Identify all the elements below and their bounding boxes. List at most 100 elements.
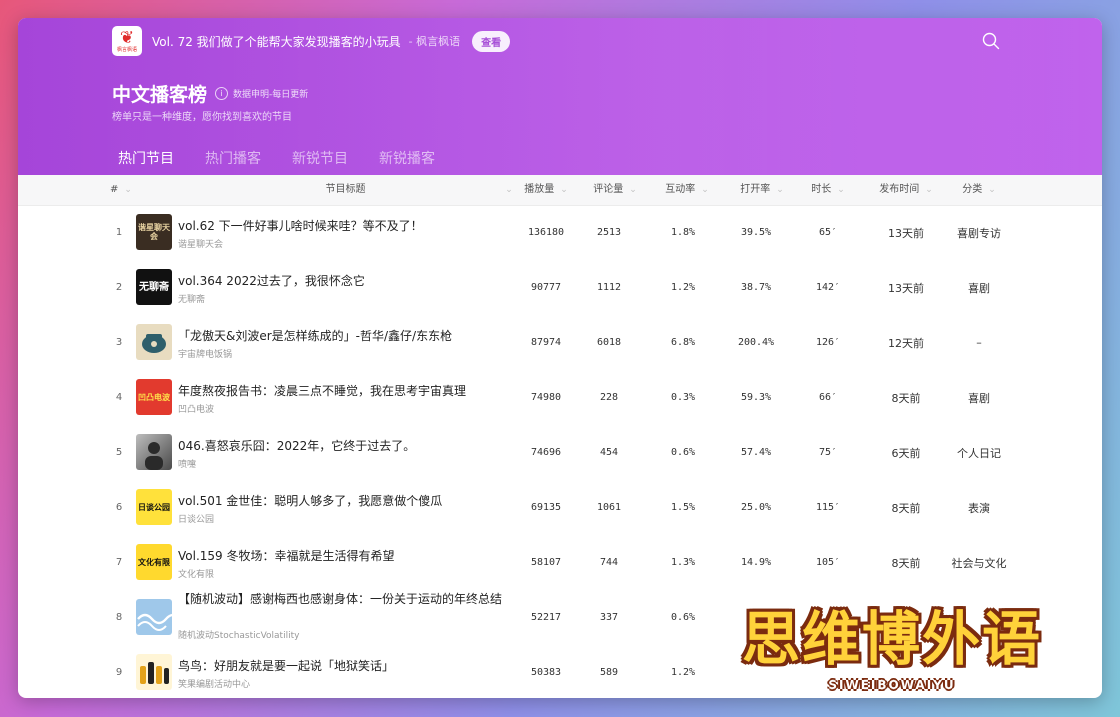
comments-value: 6018 xyxy=(596,337,622,348)
published-value: 6天前 xyxy=(891,446,921,460)
sort-icon: ⌄ xyxy=(629,185,637,195)
col-duration[interactable]: 时长 ⌄ xyxy=(800,175,856,205)
category-value: 社会与文化 xyxy=(951,556,1007,570)
podcast-name[interactable]: 日谈公园 xyxy=(178,512,214,525)
episode-title[interactable]: 鸟鸟：好朋友就是要一起说「地狱笑话」 xyxy=(178,658,513,674)
table-row[interactable]: 6 日谈公园 vol.501 金世佳：聪明人够多了，我愿意做个傻瓜 日谈公园 6… xyxy=(18,480,1102,535)
col-comments-label: 评论量 xyxy=(593,184,624,195)
sort-icon: ⌄ xyxy=(925,185,933,195)
table-row[interactable]: 4 凹凸电波 年度熬夜报告书：凌晨三点不睡觉，我在思考宇宙真理 凹凸电波 749… xyxy=(18,370,1102,425)
episode-title[interactable]: vol.364 2022过去了，我很怀念它 xyxy=(178,273,513,289)
podcast-name[interactable]: 凹凸电波 xyxy=(178,402,214,415)
podcast-name[interactable]: 宇宙牌电饭锅 xyxy=(178,347,232,360)
view-button[interactable]: 查看 xyxy=(472,30,511,52)
cover-text: 日谈公园 xyxy=(138,502,170,512)
search-icon[interactable] xyxy=(982,32,1000,50)
tab-new-podcasts[interactable]: 新锐播客 xyxy=(379,148,435,168)
podcast-name[interactable]: 无聊斋 xyxy=(178,292,205,305)
published-value: 12天前 xyxy=(888,336,924,350)
category-value: 喜剧专访 xyxy=(957,226,1001,240)
app-window: ❦ 枫言枫语 Vol. 72 我们做了个能帮大家发现播客的小玩具 - 枫言枫语 … xyxy=(18,18,1102,698)
episode-title[interactable]: 年度熬夜报告书：凌晨三点不睡觉，我在思考宇宙真理 xyxy=(178,383,513,399)
episode-title[interactable]: 【随机波动】感谢梅西也感谢身体：一份关于运动的年终总结 xyxy=(178,591,513,607)
podcast-name[interactable]: 谐星聊天会 xyxy=(178,237,223,250)
episode-cover: 日谈公园 xyxy=(136,489,172,525)
episode-title[interactable]: 「龙傲天&刘波er是怎样练成的」-哲华/鑫仔/东东枪 xyxy=(178,328,513,344)
tab-bar: 热门节目 热门播客 新锐节目 新锐播客 xyxy=(118,148,466,168)
col-published[interactable]: 发布时间 ⌄ xyxy=(868,175,944,205)
duration-value: 115′ xyxy=(815,502,841,513)
podcast-name[interactable]: 笑果编剧活动中心 xyxy=(178,677,250,690)
maple-leaf-icon: ❦ xyxy=(119,27,135,48)
col-comments[interactable]: 评论量 ⌄ xyxy=(580,175,650,205)
interaction-value: 0.6% xyxy=(670,447,696,458)
header: ❦ 枫言枫语 Vol. 72 我们做了个能帮大家发现播客的小玩具 - 枫言枫语 … xyxy=(18,18,1102,175)
col-open-rate[interactable]: 打开率 ⌄ xyxy=(724,175,800,205)
table-row[interactable]: 7 文化有限 Vol.159 冬牧场：幸福就是生活得有希望 文化有限 58107… xyxy=(18,535,1102,590)
table-row[interactable]: 5 046.喜怒哀乐囧：2022年，它终于过去了。 喷嚏 74696 454 0… xyxy=(18,425,1102,480)
published-value: 13天前 xyxy=(888,281,924,295)
sort-icon: ⌄ xyxy=(701,185,709,195)
interaction-value: 6.8% xyxy=(670,337,696,348)
category-value: 个人日记 xyxy=(957,446,1001,460)
tab-new-episodes[interactable]: 新锐节目 xyxy=(292,148,348,168)
table-row[interactable]: 3 「龙傲天&刘波er是怎样练成的」-哲华/鑫仔/东东枪 宇宙牌电饭锅 8797… xyxy=(18,315,1102,370)
comments-value: 2513 xyxy=(596,227,622,238)
bottles-icon xyxy=(140,662,169,684)
comments-value: 454 xyxy=(599,447,619,458)
duration-value: 126′ xyxy=(815,337,841,348)
interaction-value: 0.3% xyxy=(670,392,696,403)
rice-cooker-icon xyxy=(142,334,166,353)
podcast-name[interactable]: 文化有限 xyxy=(178,567,214,580)
person-photo-icon xyxy=(145,442,163,470)
row-rank: 9 xyxy=(115,667,123,678)
col-rank-label: # xyxy=(110,184,119,195)
open-rate-value: 25.0% xyxy=(740,502,772,513)
podcast-name[interactable]: 随机波动StochasticVolatility xyxy=(178,628,299,641)
row-rank: 8 xyxy=(115,612,123,623)
page-subtitle: 榜单只是一种维度，愿你找到喜欢的节目 xyxy=(112,112,292,123)
cover-text: 凹凸电波 xyxy=(138,392,170,402)
comments-value: 744 xyxy=(599,557,619,568)
published-value: 8天前 xyxy=(891,556,921,570)
info-icon[interactable]: i xyxy=(215,87,229,100)
col-category[interactable]: 分类 ⌄ xyxy=(940,175,1018,205)
episode-title[interactable]: Vol.159 冬牧场：幸福就是生活得有希望 xyxy=(178,548,513,564)
logo-label: 枫言枫语 xyxy=(116,46,137,53)
row-rank: 2 xyxy=(115,282,123,293)
episode-title[interactable]: vol.62 下一件好事儿啥时候来哇？等不及了！ xyxy=(178,218,513,234)
col-rank[interactable]: # ⌄ xyxy=(110,175,136,205)
update-note[interactable]: 数据申明-每日更新 xyxy=(233,87,308,100)
episode-cover: 无聊斋 xyxy=(136,269,172,305)
sort-icon: ⌄ xyxy=(988,185,996,195)
episode-title[interactable]: 046.喜怒哀乐囧：2022年，它终于过去了。 xyxy=(178,438,513,454)
duration-value: 65′ xyxy=(818,227,838,238)
row-rank: 7 xyxy=(115,557,123,568)
row-rank: 4 xyxy=(115,392,123,403)
duration-value: 66′ xyxy=(818,392,838,403)
comments-value: 1061 xyxy=(596,502,622,513)
table-row[interactable]: 1 谐星聊天会 vol.62 下一件好事儿啥时候来哇？等不及了！ 谐星聊天会 1… xyxy=(18,205,1102,260)
comments-value: 589 xyxy=(599,667,619,678)
sort-icon: ⌄ xyxy=(837,185,845,195)
comments-value: 228 xyxy=(599,392,619,403)
open-rate-value: 14.9% xyxy=(740,557,772,568)
episode-cover xyxy=(136,434,172,470)
col-title[interactable]: 节目标题 xyxy=(178,175,513,205)
duration-value: 105′ xyxy=(815,557,841,568)
tab-hot-podcasts[interactable]: 热门播客 xyxy=(205,148,261,168)
title-row: 中文播客榜 i 数据申明-每日更新 xyxy=(112,80,308,107)
episode-cover xyxy=(136,599,172,635)
podcast-logo[interactable]: ❦ 枫言枫语 xyxy=(112,26,142,56)
featured-episode-link[interactable]: Vol. 72 我们做了个能帮大家发现播客的小玩具 xyxy=(152,33,401,50)
row-rank: 5 xyxy=(115,447,123,458)
cover-text: 谐星聊天会 xyxy=(138,223,170,241)
col-plays[interactable]: 播放量 ⌄ xyxy=(506,175,586,205)
interaction-value: 1.3% xyxy=(670,557,696,568)
table-row[interactable]: 2 无聊斋 vol.364 2022过去了，我很怀念它 无聊斋 90777 11… xyxy=(18,260,1102,315)
interaction-value: 1.5% xyxy=(670,502,696,513)
tab-hot-episodes[interactable]: 热门节目 xyxy=(118,148,174,168)
episode-title[interactable]: vol.501 金世佳：聪明人够多了，我愿意做个傻瓜 xyxy=(178,493,513,509)
podcast-name[interactable]: 喷嚏 xyxy=(178,457,196,470)
col-interaction[interactable]: 互动率 ⌄ xyxy=(650,175,724,205)
